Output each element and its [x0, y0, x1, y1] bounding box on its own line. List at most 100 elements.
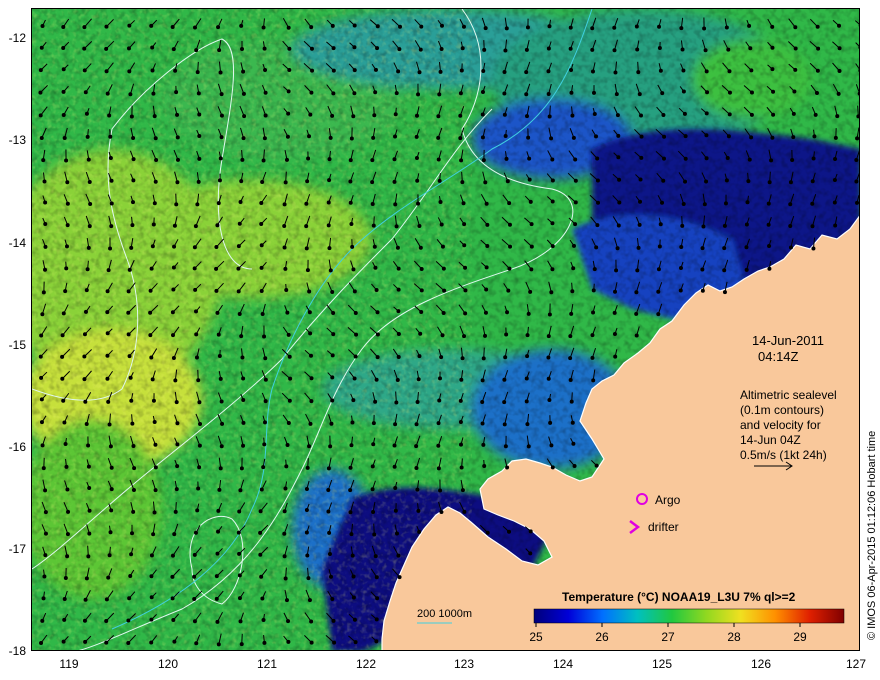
velocity-arrow-head [683, 156, 688, 161]
velocity-arrow-head [527, 177, 532, 182]
velocity-arrow-head [151, 398, 156, 403]
velocity-arrow-head [414, 466, 419, 471]
velocity-arrow-head [304, 246, 309, 251]
velocity-arrow-head [414, 422, 419, 427]
velocity-arrow-head [83, 639, 88, 644]
velocity-arrow-head [767, 266, 772, 271]
velocity-arrow-head [462, 222, 467, 227]
velocity-arrow-head [287, 398, 292, 403]
velocity-arrow-head [481, 69, 486, 74]
velocity-arrow-head [106, 575, 111, 580]
velocity-arrow-head [193, 287, 198, 292]
velocity-arrow-head [149, 553, 154, 558]
velocity-arrow-head [550, 199, 555, 204]
velocity-arrow-head [106, 268, 111, 273]
velocity-arrow-head [149, 355, 154, 360]
velocity-arrow-head [503, 355, 508, 360]
velocity-arrow-head [171, 617, 176, 622]
velocity-arrow-head [175, 180, 180, 185]
velocity-arrow-head [149, 595, 154, 600]
velocity-arrow-head [573, 157, 578, 162]
velocity-arrow-head [65, 554, 70, 559]
velocity-arrow-head [105, 353, 110, 358]
velocity-arrow-head [151, 222, 156, 227]
velocity-arrow-head [309, 399, 314, 404]
velocity-arrow-head [638, 199, 643, 204]
velocity-arrow-head [415, 178, 420, 183]
velocity-arrow-head [39, 45, 44, 50]
velocity-arrow-head [370, 202, 375, 207]
velocity-arrow-head [504, 26, 509, 31]
velocity-arrow-head [502, 422, 507, 427]
velocity-arrow-head [439, 355, 444, 360]
velocity-arrow-head [442, 288, 447, 293]
velocity-arrow-head [722, 290, 727, 295]
velocity-arrow-head [86, 245, 91, 250]
velocity-arrow-head [617, 177, 622, 182]
velocity-arrow-head [38, 113, 43, 118]
velocity-arrow-head [371, 421, 376, 426]
velocity-arrow-head [815, 68, 820, 73]
velocity-arrow-head [680, 47, 685, 52]
velocity-arrow-head [546, 376, 551, 381]
velocity-arrow-head [41, 290, 46, 295]
velocity-arrow-head [286, 619, 291, 624]
velocity-arrow-head [170, 553, 175, 558]
velocity-arrow-head [436, 157, 441, 162]
velocity-arrow-head [370, 158, 375, 163]
velocity-arrow-head [506, 288, 511, 293]
velocity-arrow-head [241, 136, 246, 141]
bathymetry-label: 200 1000m [417, 608, 472, 620]
velocity-arrow-head [858, 24, 859, 27]
velocity-arrow-head [192, 596, 197, 601]
y-tick-label: -12 [8, 31, 26, 45]
velocity-arrow-head [832, 178, 837, 183]
velocity-arrow-head [331, 91, 336, 96]
velocity-arrow-head [480, 421, 485, 426]
velocity-arrow-head [172, 532, 177, 537]
velocity-arrow-head [569, 399, 574, 404]
velocity-arrow-head [43, 553, 48, 558]
velocity-arrow-head [259, 243, 264, 248]
velocity-arrow-head [310, 68, 315, 73]
velocity-arrow-head [263, 113, 268, 118]
velocity-arrow-head [326, 509, 331, 514]
velocity-arrow-head [219, 113, 224, 118]
velocity-arrow-head [524, 399, 529, 404]
velocity-arrow-head [42, 574, 47, 579]
velocity-arrow-head [194, 355, 199, 360]
velocity-arrow-head [461, 24, 466, 29]
velocity-arrow-head [349, 222, 354, 227]
velocity-arrow-head [241, 376, 246, 381]
velocity-arrow-head [328, 135, 333, 140]
velocity-arrow-head [64, 244, 69, 249]
velocity-arrow-head [419, 288, 424, 293]
velocity-arrow-head [747, 157, 752, 162]
velocity-arrow-head [284, 598, 289, 603]
velocity-arrow-head [64, 266, 69, 271]
velocity-arrow-head [701, 224, 706, 229]
velocity-arrow-head [240, 355, 245, 360]
velocity-arrow-head [416, 92, 421, 97]
velocity-arrow-head [681, 202, 686, 207]
velocity-arrow-head [41, 158, 46, 163]
velocity-arrow-head [483, 26, 488, 31]
velocity-arrow-head [307, 289, 312, 294]
velocity-arrow-head [722, 223, 727, 228]
velocity-arrow-head [639, 134, 644, 139]
velocity-arrow-head [152, 420, 157, 425]
velocity-arrow-head [104, 24, 109, 29]
velocity-arrow-head [415, 399, 420, 404]
velocity-arrow-head [524, 47, 529, 52]
velocity-arrow-head [219, 135, 224, 140]
velocity-arrow-head [41, 466, 46, 471]
velocity-arrow-head [193, 25, 198, 30]
velocity-arrow-head [569, 311, 574, 316]
velocity-arrow-head [236, 244, 241, 249]
velocity-arrow-head [459, 158, 464, 163]
velocity-arrow-head [154, 157, 159, 162]
velocity-arrow-head [309, 46, 314, 51]
velocity-arrow-head [149, 23, 154, 28]
velocity-arrow-head [352, 45, 357, 50]
description-line-4: 14-Jun 04Z [740, 433, 801, 447]
